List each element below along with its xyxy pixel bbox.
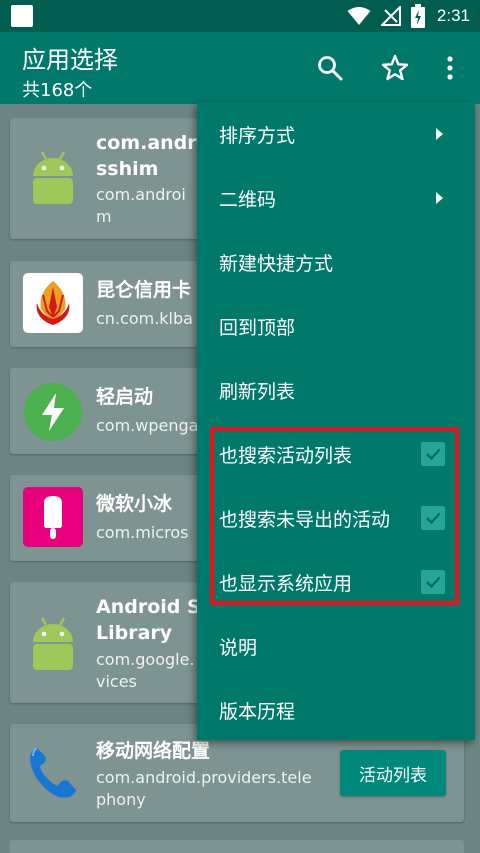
package-name-line2: vices bbox=[96, 672, 137, 691]
highlight-box bbox=[210, 427, 459, 605]
app-name-line2: sshim bbox=[96, 158, 159, 180]
app-name: Android Se bbox=[96, 596, 214, 618]
app-count: 共168个 bbox=[22, 80, 93, 101]
page-title: 应用选择 bbox=[22, 46, 118, 74]
package-name-line2: phony bbox=[96, 790, 146, 809]
app-name-line2: Library bbox=[96, 622, 173, 644]
android-icon bbox=[33, 151, 73, 204]
notification-icon bbox=[11, 5, 33, 27]
menu-item-version-history[interactable]: 版本历程 bbox=[197, 678, 475, 742]
status-bar: 2:31 bbox=[0, 0, 480, 32]
battery-icon bbox=[410, 4, 425, 28]
phone-icon bbox=[30, 747, 76, 798]
overflow-menu: 排序方式 二维码 新建快捷方式 回到顶部 刷新列表 也搜索活动列表 也搜索未导出… bbox=[197, 102, 475, 740]
status-icons: 2:31 bbox=[347, 4, 470, 28]
package-name: com.android.providers.tele bbox=[96, 768, 312, 787]
package-name: com.androi bbox=[96, 185, 186, 204]
more-options-icon[interactable] bbox=[436, 54, 464, 82]
menu-item-label: 回到顶部 bbox=[219, 316, 296, 339]
submenu-arrow-icon bbox=[436, 128, 443, 140]
package-name: com.google. bbox=[96, 650, 195, 669]
package-name: cn.com.klba bbox=[96, 309, 193, 328]
android-icon bbox=[33, 617, 73, 670]
lightning-icon bbox=[24, 383, 82, 441]
menu-item-label: 版本历程 bbox=[219, 700, 296, 723]
menu-item-label: 说明 bbox=[219, 636, 258, 659]
menu-item-label: 排序方式 bbox=[219, 124, 296, 147]
submenu-arrow-icon bbox=[436, 192, 443, 204]
app-bar: 应用选择 共168个 bbox=[0, 32, 480, 104]
menu-item-sort[interactable]: 排序方式 bbox=[197, 102, 475, 166]
kunlun-logo-icon bbox=[23, 273, 83, 333]
activity-list-button[interactable]: 活动列表 bbox=[340, 750, 446, 796]
package-name: com.wpenga bbox=[96, 416, 199, 435]
app-name: com.andro bbox=[96, 132, 210, 154]
app-name: 昆仑信用卡 bbox=[96, 279, 192, 301]
menu-item-help[interactable]: 说明 bbox=[197, 614, 475, 678]
menu-item-label: 二维码 bbox=[219, 188, 277, 211]
list-item[interactable] bbox=[10, 840, 464, 853]
menu-item-new-shortcut[interactable]: 新建快捷方式 bbox=[197, 230, 475, 294]
menu-item-refresh[interactable]: 刷新列表 bbox=[197, 358, 475, 422]
package-name: com.micros bbox=[96, 523, 189, 542]
popsicle-icon bbox=[23, 487, 83, 547]
menu-item-qrcode[interactable]: 二维码 bbox=[197, 166, 475, 230]
menu-item-label: 新建快捷方式 bbox=[219, 252, 334, 275]
app-name: 轻启动 bbox=[96, 386, 154, 408]
menu-item-back-to-top[interactable]: 回到顶部 bbox=[197, 294, 475, 358]
signal-icon bbox=[380, 6, 401, 26]
menu-item-label: 刷新列表 bbox=[219, 380, 296, 403]
package-name-line2: m bbox=[96, 207, 112, 226]
app-name: 移动网络配置 bbox=[96, 740, 211, 762]
search-icon[interactable] bbox=[316, 54, 344, 82]
star-icon[interactable] bbox=[381, 54, 409, 82]
wifi-icon bbox=[347, 7, 371, 25]
app-name: 微软小冰 bbox=[96, 493, 173, 515]
status-time: 2:31 bbox=[436, 6, 470, 25]
